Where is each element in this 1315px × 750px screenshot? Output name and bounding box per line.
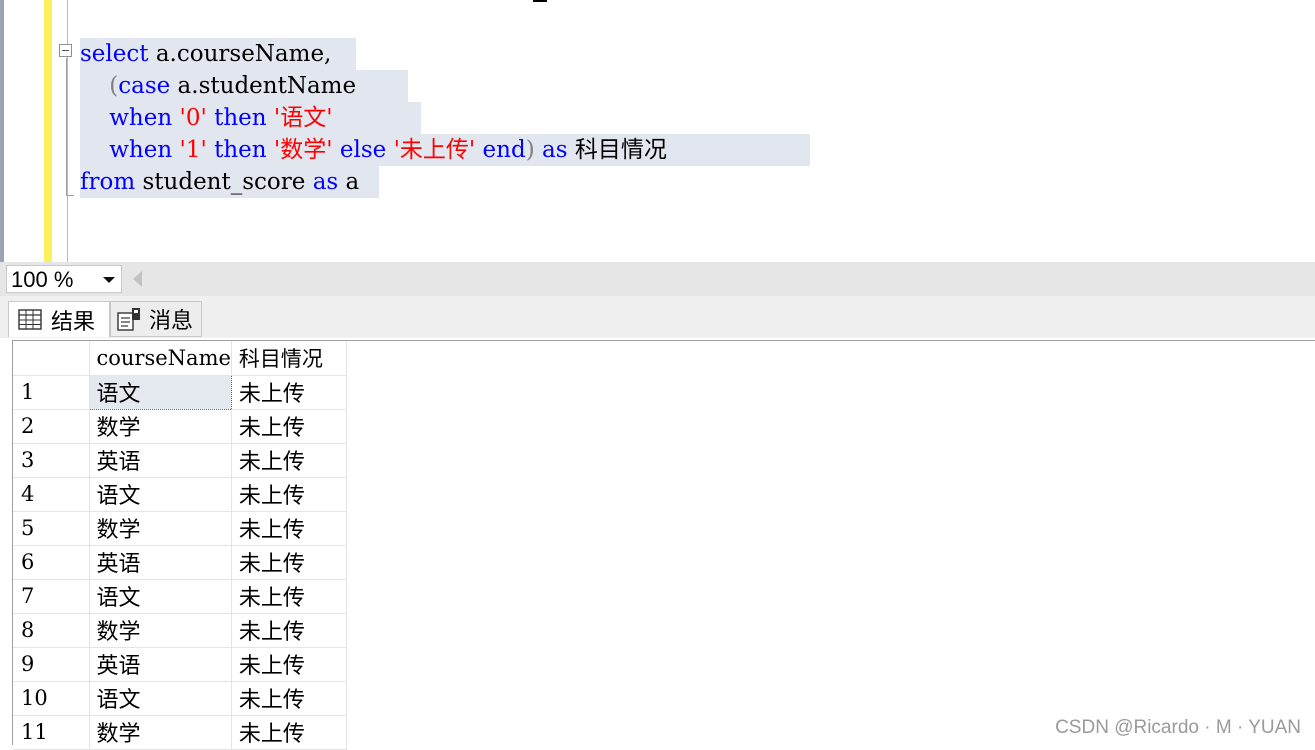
string-literal: '数学' [273, 137, 333, 163]
editor-gutter-line [67, 0, 68, 262]
table-cell[interactable]: 数学 [89, 409, 232, 444]
table-cell[interactable]: 语文 [89, 579, 232, 614]
table-row: 10 语文 未上传 [13, 681, 347, 716]
table-cell[interactable]: 数学 [89, 613, 232, 648]
watermark: CSDN @Ricardo · M · YUAN [1055, 717, 1301, 738]
code-line-2[interactable]: (case a.studentName [80, 70, 408, 102]
collapse-icon[interactable] [59, 44, 72, 57]
results-tab-strip: 结果 消息 [0, 296, 1315, 338]
editor-margin [4, 0, 44, 262]
table-row: 3 英语 未上传 [13, 443, 347, 478]
table-cell[interactable]: 未上传 [231, 715, 347, 750]
zoom-value: 100 % [11, 267, 74, 292]
keyword: as [541, 137, 568, 163]
column-header-subject-status[interactable]: 科目情况 [231, 341, 347, 376]
keyword: when [109, 105, 173, 131]
outline-fold-end [66, 195, 74, 196]
row-number[interactable]: 9 [13, 647, 90, 682]
keyword: then [214, 137, 267, 163]
keyword: select [80, 41, 149, 67]
keyword: when [109, 137, 173, 163]
table-row: 5 数学 未上传 [13, 511, 347, 546]
paren: ( [109, 73, 119, 99]
code-text: student_score [135, 169, 313, 195]
code-line-4[interactable]: when '1' then '数学' else '未上传' end) as 科目… [80, 134, 810, 166]
tab-messages-label: 消息 [149, 309, 194, 334]
table-cell[interactable]: 未上传 [231, 545, 347, 580]
table-row: 6 英语 未上传 [13, 545, 347, 580]
table-row: 9 英语 未上传 [13, 647, 347, 682]
keyword: from [80, 169, 136, 195]
table-cell[interactable]: 语文 [89, 681, 232, 716]
zoom-dropdown[interactable]: 100 % [6, 265, 122, 293]
change-tracking-bar [44, 0, 52, 262]
code-text: a.courseName, [148, 41, 332, 67]
table-row: 7 语文 未上传 [13, 579, 347, 614]
table-cell[interactable]: 未上传 [231, 647, 347, 682]
table-cell[interactable]: 数学 [89, 715, 232, 750]
row-number[interactable]: 1 [13, 375, 90, 410]
code-text: a [338, 169, 360, 195]
query-editor[interactable]: select a.courseName, (case a.studentName… [0, 0, 1315, 262]
row-number[interactable]: 7 [13, 579, 90, 614]
code-text: a.studentName [170, 73, 357, 99]
code-line-5[interactable]: from student_score as a [80, 166, 379, 198]
table-cell[interactable]: 英语 [89, 647, 232, 682]
text-cursor [533, 0, 547, 2]
messages-icon [117, 308, 140, 331]
table-row: 8 数学 未上传 [13, 613, 347, 648]
results-grid-panel: courseName 科目情况 1 语文 未上传 2 数学 未上传 3 英语 未上传 4 语文… [0, 338, 1315, 750]
row-number[interactable]: 6 [13, 545, 90, 580]
table-row: 11 数学 未上传 [13, 715, 347, 750]
table-cell[interactable]: 未上传 [231, 579, 347, 614]
keyword: then [214, 105, 267, 131]
table-cell[interactable]: 语文 [89, 477, 232, 512]
results-grid[interactable]: courseName 科目情况 1 语文 未上传 2 数学 未上传 3 英语 未上传 4 语文… [13, 341, 347, 750]
table-cell[interactable]: 未上传 [231, 681, 347, 716]
table-cell[interactable]: 数学 [89, 511, 232, 546]
code-text: 科目情况 [574, 137, 667, 163]
row-number[interactable]: 10 [13, 681, 90, 716]
row-number[interactable]: 3 [13, 443, 90, 478]
string-literal: '未上传' [393, 137, 476, 163]
table-cell[interactable]: 未上传 [231, 613, 347, 648]
tab-results[interactable]: 结果 [8, 301, 110, 337]
row-number-header[interactable] [13, 341, 90, 376]
table-cell[interactable]: 未上传 [231, 375, 347, 410]
row-number[interactable]: 5 [13, 511, 90, 546]
table-row: 2 数学 未上传 [13, 409, 347, 444]
column-header-coursename[interactable]: courseName [89, 341, 232, 376]
row-number[interactable]: 4 [13, 477, 90, 512]
chevron-down-icon[interactable] [99, 266, 119, 292]
string-literal: '1' [179, 137, 207, 163]
tab-results-label: 结果 [51, 309, 96, 335]
zoom-bar: 100 % [0, 262, 1315, 296]
code-line-3[interactable]: when '0' then '语文' [80, 102, 421, 134]
keyword: end [482, 137, 526, 163]
table-cell[interactable]: 语文 [88, 374, 232, 410]
table-cell[interactable]: 未上传 [231, 477, 347, 512]
keyword: case [118, 73, 171, 99]
table-cell[interactable]: 未上传 [231, 511, 347, 546]
row-number[interactable]: 2 [13, 409, 90, 444]
table-cell[interactable]: 未上传 [231, 409, 347, 444]
table-row: 4 语文 未上传 [13, 477, 347, 512]
tab-messages[interactable]: 消息 [110, 301, 202, 337]
row-number[interactable]: 8 [13, 613, 90, 648]
table-cell[interactable]: 英语 [89, 545, 232, 580]
keyword: as [312, 169, 339, 195]
scroll-left-arrow-icon[interactable] [133, 271, 142, 287]
outline-fold-line [66, 58, 67, 196]
string-literal: '语文' [273, 105, 333, 131]
string-literal: '0' [179, 105, 207, 131]
table-cell[interactable]: 英语 [89, 443, 232, 478]
keyword: else [339, 137, 387, 163]
paren: ) [525, 137, 535, 163]
table-cell[interactable]: 未上传 [231, 443, 347, 478]
grid-header-row: courseName 科目情况 [13, 341, 347, 376]
table-row: 1 语文 未上传 [13, 374, 347, 410]
grid-icon [18, 308, 42, 330]
row-number[interactable]: 11 [13, 715, 90, 750]
code-line-1[interactable]: select a.courseName, [80, 38, 356, 70]
